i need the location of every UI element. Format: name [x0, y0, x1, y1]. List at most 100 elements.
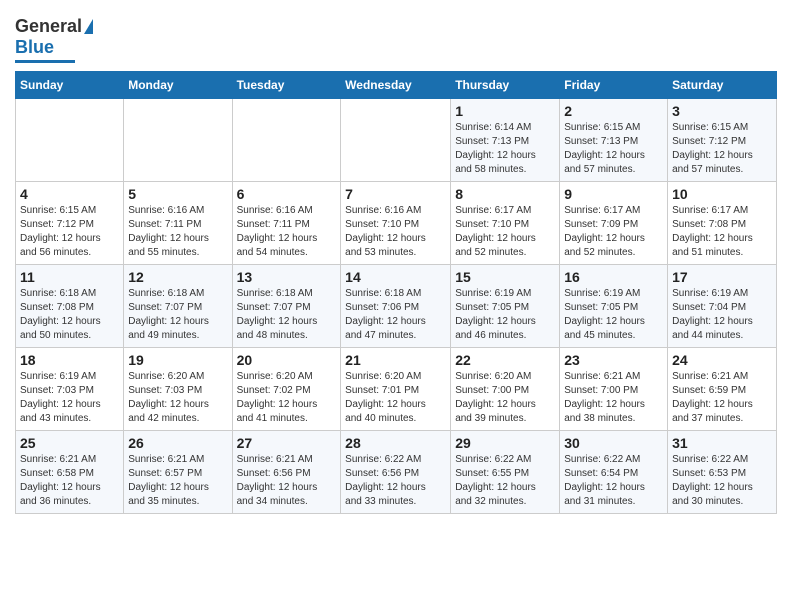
day-info: Sunrise: 6:14 AM Sunset: 7:13 PM Dayligh… — [455, 121, 555, 177]
day-info: Sunrise: 6:15 AM Sunset: 7:12 PM Dayligh… — [672, 121, 772, 177]
calendar-cell: 4Sunrise: 6:15 AM Sunset: 7:12 PM Daylig… — [16, 182, 124, 265]
day-info: Sunrise: 6:20 AM Sunset: 7:02 PM Dayligh… — [237, 370, 337, 426]
day-number: 2 — [564, 103, 663, 119]
day-number: 27 — [237, 435, 337, 451]
calendar-cell: 17Sunrise: 6:19 AM Sunset: 7:04 PM Dayli… — [668, 265, 777, 348]
day-info: Sunrise: 6:20 AM Sunset: 7:00 PM Dayligh… — [455, 370, 555, 426]
calendar-week-5: 25 Sunrise: 6:21 AM Sunset: 6:58 PM Dayli… — [16, 431, 777, 514]
weekday-header-tuesday: Tuesday — [232, 72, 341, 99]
day-info: Sunrise: 6:21 AM Sunset: 6:58 PM Dayligh… — [20, 453, 119, 509]
weekday-header-monday: Monday — [124, 72, 232, 99]
calendar-cell: 19 Sunrise: 6:20 AM Sunset: 7:03 PM Dayli… — [124, 348, 232, 431]
calendar-week-4: 18 Sunrise: 6:19 AM Sunset: 7:03 PM Dayli… — [16, 348, 777, 431]
calendar-cell: 11 Sunrise: 6:18 AM Sunset: 7:08 PM Dayli… — [16, 265, 124, 348]
calendar-cell: 12Sunrise: 6:18 AM Sunset: 7:07 PM Dayli… — [124, 265, 232, 348]
day-number: 13 — [237, 269, 337, 285]
day-number: 1 — [455, 103, 555, 119]
page-header: General Blue — [15, 10, 777, 63]
day-number: 3 — [672, 103, 772, 119]
day-number: 5 — [128, 186, 227, 202]
day-info: Sunrise: 6:19 AM Sunset: 7:04 PM Dayligh… — [672, 287, 772, 343]
day-number: 10 — [672, 186, 772, 202]
calendar-header-row: SundayMondayTuesdayWednesdayThursdayFrid… — [16, 72, 777, 99]
calendar-table: SundayMondayTuesdayWednesdayThursdayFrid… — [15, 71, 777, 514]
day-number: 11 — [20, 269, 119, 285]
calendar-cell: 9 Sunrise: 6:17 AM Sunset: 7:09 PM Daylig… — [560, 182, 668, 265]
day-info: Sunrise: 6:20 AM Sunset: 7:01 PM Dayligh… — [345, 370, 446, 426]
calendar-cell: 28Sunrise: 6:22 AM Sunset: 6:56 PM Dayli… — [341, 431, 451, 514]
day-number: 26 — [128, 435, 227, 451]
calendar-cell: 5 Sunrise: 6:16 AM Sunset: 7:11 PM Daylig… — [124, 182, 232, 265]
calendar-cell: 15 Sunrise: 6:19 AM Sunset: 7:05 PM Dayli… — [451, 265, 560, 348]
day-info: Sunrise: 6:18 AM Sunset: 7:07 PM Dayligh… — [237, 287, 337, 343]
day-number: 25 — [20, 435, 119, 451]
calendar-cell — [124, 99, 232, 182]
calendar-cell: 2 Sunrise: 6:15 AM Sunset: 7:13 PM Daylig… — [560, 99, 668, 182]
day-number: 15 — [455, 269, 555, 285]
day-number: 14 — [345, 269, 446, 285]
day-number: 22 — [455, 352, 555, 368]
day-info: Sunrise: 6:17 AM Sunset: 7:08 PM Dayligh… — [672, 204, 772, 260]
calendar-cell: 7 Sunrise: 6:16 AM Sunset: 7:10 PM Daylig… — [341, 182, 451, 265]
logo: General Blue — [15, 16, 93, 63]
calendar-cell — [341, 99, 451, 182]
calendar-body: 1 Sunrise: 6:14 AM Sunset: 7:13 PM Daylig… — [16, 99, 777, 514]
weekday-header-wednesday: Wednesday — [341, 72, 451, 99]
calendar-cell: 30Sunrise: 6:22 AM Sunset: 6:54 PM Dayli… — [560, 431, 668, 514]
day-number: 9 — [564, 186, 663, 202]
day-number: 7 — [345, 186, 446, 202]
calendar-week-1: 1 Sunrise: 6:14 AM Sunset: 7:13 PM Daylig… — [16, 99, 777, 182]
calendar-cell — [232, 99, 341, 182]
calendar-cell: 26 Sunrise: 6:21 AM Sunset: 6:57 PM Dayli… — [124, 431, 232, 514]
day-info: Sunrise: 6:19 AM Sunset: 7:05 PM Dayligh… — [455, 287, 555, 343]
calendar-cell: 21Sunrise: 6:20 AM Sunset: 7:01 PM Dayli… — [341, 348, 451, 431]
day-number: 8 — [455, 186, 555, 202]
day-number: 18 — [20, 352, 119, 368]
day-number: 31 — [672, 435, 772, 451]
logo-underline — [15, 60, 75, 63]
weekday-header-thursday: Thursday — [451, 72, 560, 99]
day-number: 30 — [564, 435, 663, 451]
calendar-cell: 3 Sunrise: 6:15 AM Sunset: 7:12 PM Daylig… — [668, 99, 777, 182]
day-number: 12 — [128, 269, 227, 285]
day-number: 16 — [564, 269, 663, 285]
day-info: Sunrise: 6:18 AM Sunset: 7:08 PM Dayligh… — [20, 287, 119, 343]
calendar-cell: 14 Sunrise: 6:18 AM Sunset: 7:06 PM Dayli… — [341, 265, 451, 348]
calendar-cell: 24Sunrise: 6:21 AM Sunset: 6:59 PM Dayli… — [668, 348, 777, 431]
logo-general-text: General — [15, 16, 82, 37]
day-number: 29 — [455, 435, 555, 451]
day-info: Sunrise: 6:15 AM Sunset: 7:13 PM Dayligh… — [564, 121, 663, 177]
logo-triangle-icon — [84, 19, 93, 34]
day-info: Sunrise: 6:18 AM Sunset: 7:06 PM Dayligh… — [345, 287, 446, 343]
day-info: Sunrise: 6:22 AM Sunset: 6:56 PM Dayligh… — [345, 453, 446, 509]
weekday-header-saturday: Saturday — [668, 72, 777, 99]
day-info: Sunrise: 6:21 AM Sunset: 7:00 PM Dayligh… — [564, 370, 663, 426]
day-info: Sunrise: 6:16 AM Sunset: 7:10 PM Dayligh… — [345, 204, 446, 260]
day-number: 23 — [564, 352, 663, 368]
day-info: Sunrise: 6:21 AM Sunset: 6:59 PM Dayligh… — [672, 370, 772, 426]
weekday-header-sunday: Sunday — [16, 72, 124, 99]
day-number: 6 — [237, 186, 337, 202]
calendar-cell: 16 Sunrise: 6:19 AM Sunset: 7:05 PM Dayli… — [560, 265, 668, 348]
calendar-cell: 22 Sunrise: 6:20 AM Sunset: 7:00 PM Dayli… — [451, 348, 560, 431]
weekday-header-friday: Friday — [560, 72, 668, 99]
calendar-cell: 31Sunrise: 6:22 AM Sunset: 6:53 PM Dayli… — [668, 431, 777, 514]
logo-blue-text: Blue — [15, 37, 54, 58]
day-info: Sunrise: 6:21 AM Sunset: 6:56 PM Dayligh… — [237, 453, 337, 509]
day-info: Sunrise: 6:19 AM Sunset: 7:05 PM Dayligh… — [564, 287, 663, 343]
calendar-cell: 18 Sunrise: 6:19 AM Sunset: 7:03 PM Dayli… — [16, 348, 124, 431]
day-info: Sunrise: 6:21 AM Sunset: 6:57 PM Dayligh… — [128, 453, 227, 509]
calendar-cell: 1 Sunrise: 6:14 AM Sunset: 7:13 PM Daylig… — [451, 99, 560, 182]
day-info: Sunrise: 6:19 AM Sunset: 7:03 PM Dayligh… — [20, 370, 119, 426]
day-info: Sunrise: 6:15 AM Sunset: 7:12 PM Dayligh… — [20, 204, 119, 260]
day-info: Sunrise: 6:16 AM Sunset: 7:11 PM Dayligh… — [128, 204, 227, 260]
calendar-cell: 6Sunrise: 6:16 AM Sunset: 7:11 PM Daylig… — [232, 182, 341, 265]
calendar-week-2: 4Sunrise: 6:15 AM Sunset: 7:12 PM Daylig… — [16, 182, 777, 265]
day-info: Sunrise: 6:22 AM Sunset: 6:55 PM Dayligh… — [455, 453, 555, 509]
day-number: 19 — [128, 352, 227, 368]
calendar-cell: 29 Sunrise: 6:22 AM Sunset: 6:55 PM Dayli… — [451, 431, 560, 514]
calendar-cell: 25 Sunrise: 6:21 AM Sunset: 6:58 PM Dayli… — [16, 431, 124, 514]
day-info: Sunrise: 6:20 AM Sunset: 7:03 PM Dayligh… — [128, 370, 227, 426]
day-info: Sunrise: 6:17 AM Sunset: 7:09 PM Dayligh… — [564, 204, 663, 260]
day-info: Sunrise: 6:17 AM Sunset: 7:10 PM Dayligh… — [455, 204, 555, 260]
